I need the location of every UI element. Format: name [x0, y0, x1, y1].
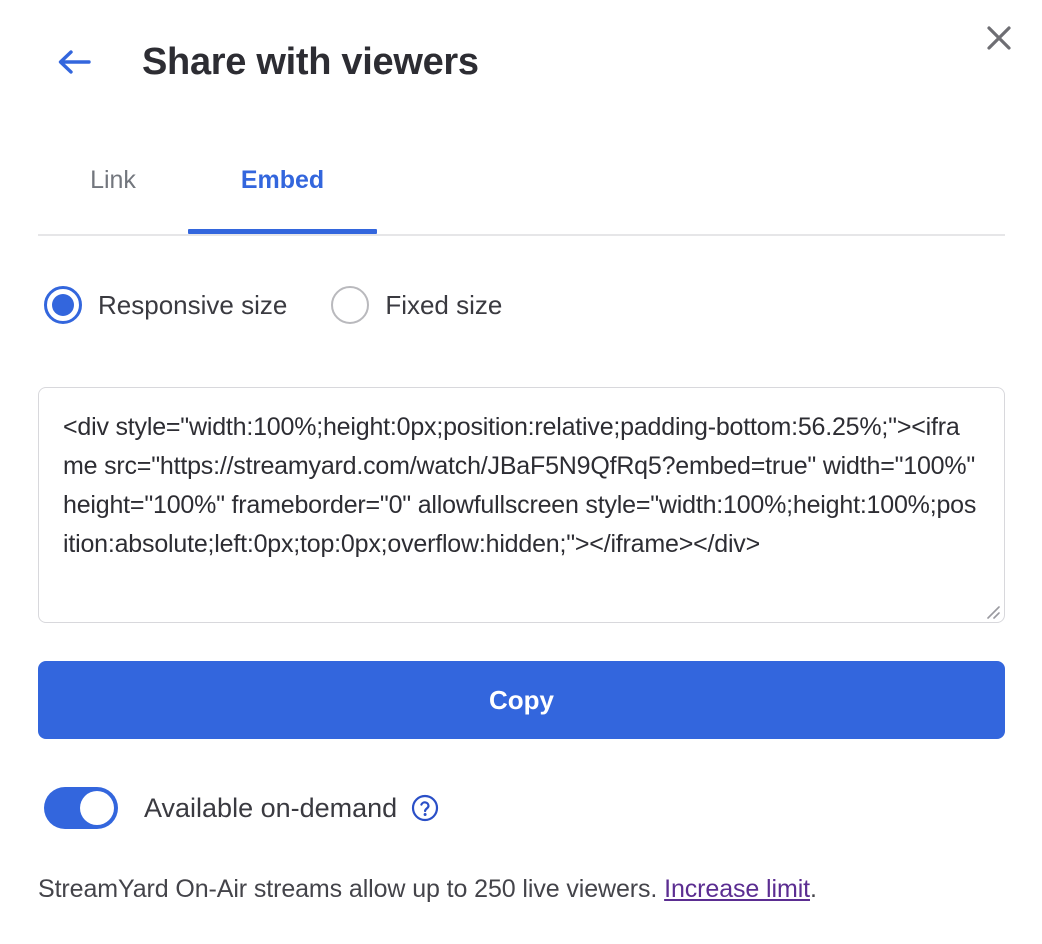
viewer-limit-text: StreamYard On-Air streams allow up to 25…: [38, 875, 664, 903]
back-button[interactable]: [52, 42, 96, 82]
tab-link[interactable]: Link: [38, 150, 188, 234]
copy-button[interactable]: Copy: [38, 661, 1005, 739]
page-title: Share with viewers: [142, 36, 479, 88]
radio-option-fixed-size[interactable]: Fixed size: [331, 286, 502, 324]
modal-header: Share with viewers: [0, 0, 1042, 120]
tabs-divider: [38, 234, 1005, 236]
arrow-left-icon: [56, 47, 92, 77]
radio-selected-icon: [44, 286, 82, 324]
tab-link-label: Link: [90, 166, 136, 195]
share-tabs: Link Embed: [38, 150, 1005, 236]
viewer-limit-note: StreamYard On-Air streams allow up to 25…: [38, 875, 817, 904]
question-mark-circle-icon[interactable]: [411, 794, 439, 822]
embed-code-text[interactable]: <div style="width:100%;height:0px;positi…: [63, 408, 979, 564]
viewer-limit-text-end: .: [810, 875, 817, 903]
available-on-demand-row: Available on-demand: [44, 787, 439, 829]
available-on-demand-label: Available on-demand: [144, 793, 397, 824]
close-icon: [984, 23, 1014, 56]
tabs-strip: Link Embed: [38, 150, 377, 234]
tab-embed-label: Embed: [241, 166, 324, 195]
radio-option-responsive-size[interactable]: Responsive size: [44, 286, 287, 324]
increase-limit-link[interactable]: Increase limit: [664, 875, 810, 903]
share-with-viewers-modal: Share with viewers Link Embed Responsiv: [0, 0, 1042, 944]
radio-label-responsive-size: Responsive size: [98, 290, 287, 321]
size-radio-group: Responsive size Fixed size: [44, 286, 502, 324]
copy-button-label: Copy: [489, 685, 554, 716]
radio-unselected-icon: [331, 286, 369, 324]
radio-label-fixed-size: Fixed size: [385, 290, 502, 321]
tab-embed[interactable]: Embed: [188, 150, 377, 234]
resize-grip-icon[interactable]: [982, 601, 1000, 619]
embed-code-box[interactable]: <div style="width:100%;height:0px;positi…: [38, 387, 1005, 623]
available-on-demand-toggle[interactable]: [44, 787, 118, 829]
toggle-knob: [80, 791, 114, 825]
close-button[interactable]: [978, 18, 1020, 60]
